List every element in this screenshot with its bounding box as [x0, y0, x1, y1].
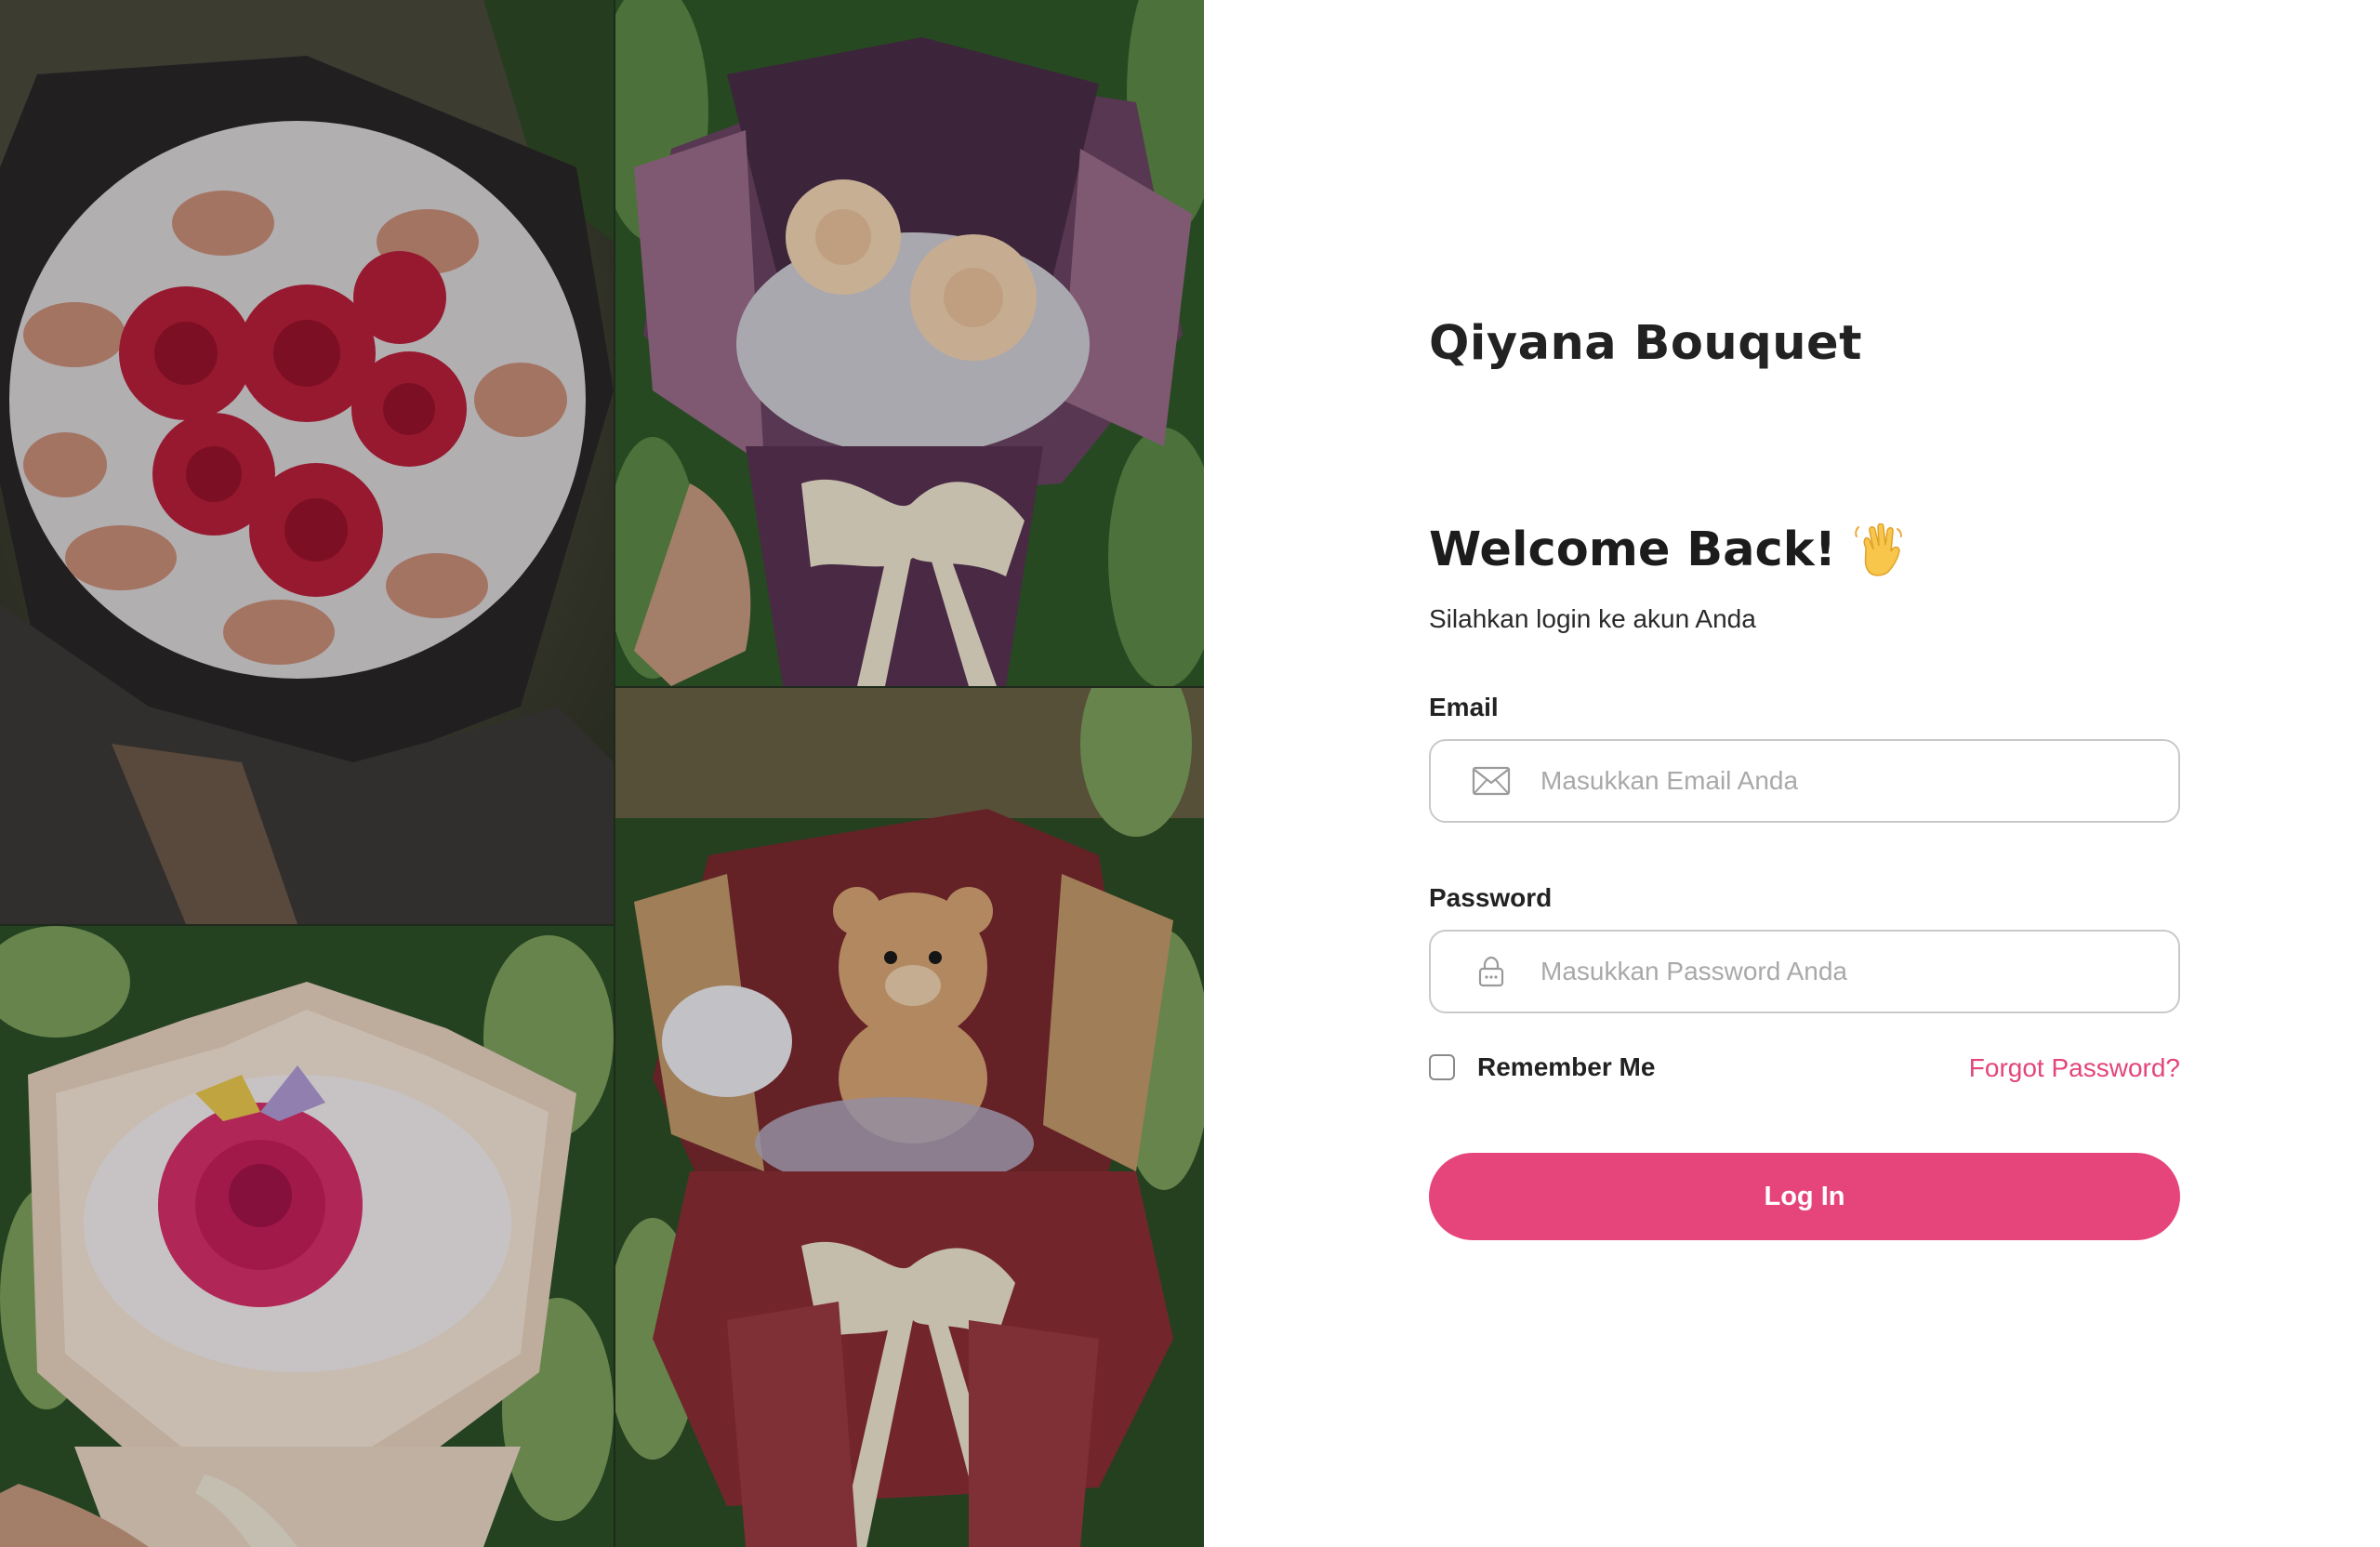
- login-page: Qiyana Bouquet Welcome Back! Silahkan lo…: [0, 0, 2380, 1547]
- password-input[interactable]: [1539, 943, 2156, 1000]
- bouquet-photo-collage: [0, 0, 1204, 1547]
- email-label: Email: [1429, 693, 1499, 721]
- waving-hand-icon: [1855, 522, 1902, 576]
- photo-cream-peony-bouquet: [615, 0, 1204, 686]
- login-button[interactable]: Log In: [1429, 1153, 2180, 1240]
- forgot-password-link[interactable]: Forgot Password?: [1969, 1053, 2180, 1083]
- email-field[interactable]: [1429, 739, 2180, 823]
- envelope-icon: [1472, 766, 1511, 796]
- photo-teddy-bear-bouquet: [615, 688, 1204, 1547]
- photo-red-roses-money-bouquet: [0, 0, 614, 924]
- login-subtitle: Silahkan login ke akun Anda: [1429, 604, 1756, 633]
- remember-me-label[interactable]: Remember Me: [1477, 1052, 1655, 1082]
- welcome-heading-text: Welcome Back!: [1429, 522, 1836, 577]
- welcome-heading: Welcome Back!: [1429, 522, 1903, 577]
- email-input[interactable]: [1539, 752, 2156, 810]
- password-label: Password: [1429, 883, 1553, 912]
- lock-icon: [1478, 956, 1504, 987]
- remember-me-row: Remember Me: [1429, 1052, 1655, 1082]
- photo-pink-rose-butterfly-bouquet: [0, 926, 614, 1547]
- password-field[interactable]: [1429, 930, 2180, 1013]
- remember-me-checkbox[interactable]: [1429, 1054, 1455, 1080]
- brand-title: Qiyana Bouquet: [1429, 316, 1862, 371]
- login-form-panel: Qiyana Bouquet Welcome Back! Silahkan lo…: [1204, 0, 2380, 1547]
